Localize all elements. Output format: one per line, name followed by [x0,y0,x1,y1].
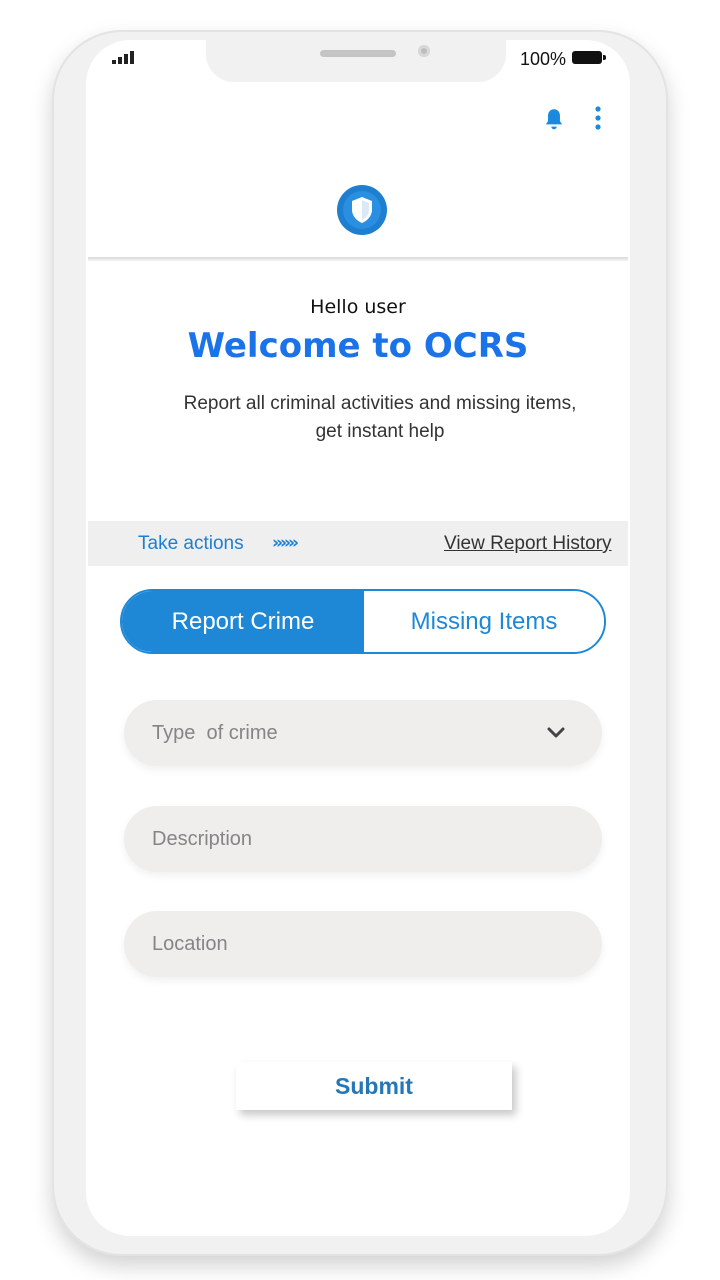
tab-report-crime[interactable]: Report Crime [122,591,364,652]
battery-icon [572,51,606,64]
tagline-line-2: get instant help [315,421,445,442]
chevron-down-icon [547,727,565,738]
header-divider [88,257,628,261]
report-type-toggle: Report Crime Missing Items [120,589,606,654]
front-camera [418,45,430,57]
more-vert-icon[interactable] [588,104,608,134]
greeting-text: Hello user [310,296,406,318]
signal-strength-icon [112,50,138,64]
tab-missing-items[interactable]: Missing Items [364,591,604,652]
tagline-line-1: Report all criminal activities and missi… [183,393,577,414]
shield-logo-icon [336,184,388,236]
location-input[interactable] [152,911,552,977]
view-report-history-link[interactable]: View Report History [444,533,612,555]
tagline: Report all criminal activities and missi… [140,390,620,446]
page-title: Welcome to OCRS [187,326,529,366]
phone-notch [206,36,506,82]
description-field-wrapper [124,806,602,872]
chevrons-icon: »»» [272,533,299,553]
submit-button[interactable]: Submit [236,1062,512,1110]
bell-icon[interactable] [541,106,567,132]
battery-percentage: 100% [520,49,567,69]
description-input[interactable] [152,806,552,872]
take-actions-label: Take actions [138,533,244,554]
crime-type-select[interactable]: Type of crime [124,700,602,766]
location-field-wrapper [124,911,602,977]
crime-type-select-label: Type of crime [152,722,278,744]
speaker-grille [320,50,396,57]
